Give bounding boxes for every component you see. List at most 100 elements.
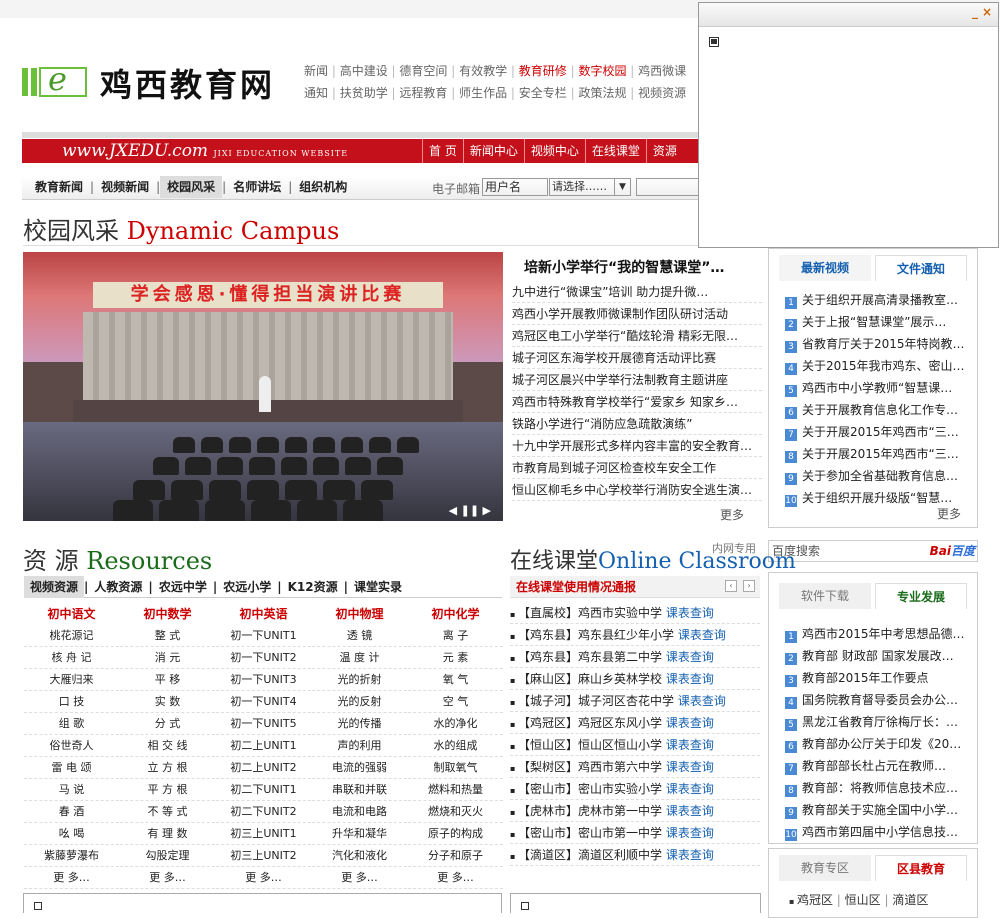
top-link[interactable]: 扶贫助学 <box>340 86 388 100</box>
resource-tab[interactable]: 农远小学 <box>217 576 277 598</box>
school-name[interactable]: 恒山区恒山小学 <box>578 738 662 752</box>
resource-item[interactable]: 口 技 <box>24 691 119 713</box>
subnav-tab[interactable]: 教育新闻 <box>28 176 90 198</box>
resource-item[interactable]: 光的折射 <box>312 669 407 691</box>
resource-item[interactable]: 氧 气 <box>408 669 503 691</box>
resource-item[interactable]: 更 多… <box>24 867 119 889</box>
username-input[interactable]: 用户名 <box>482 178 548 196</box>
timetable-query-link[interactable]: 课表查询 <box>666 716 714 730</box>
top-link[interactable]: 教育研修 <box>519 64 567 78</box>
school-name[interactable]: 虎林市第一中学 <box>578 804 662 818</box>
resource-item[interactable]: 初二下UNIT2 <box>216 801 311 823</box>
resource-tab[interactable]: 课堂实录 <box>348 576 408 598</box>
development-item[interactable]: 6 教育部办公厅关于印发《20… <box>785 733 969 755</box>
area-label[interactable]: 【滴道区】 <box>518 848 578 862</box>
top-link[interactable]: 数字校园 <box>578 64 626 78</box>
resource-item[interactable]: 制取氧气 <box>408 757 503 779</box>
resource-item[interactable]: 水的组成 <box>408 735 503 757</box>
resource-item[interactable]: 初一下UNIT1 <box>216 625 311 647</box>
timetable-query-link[interactable]: 课表查询 <box>666 650 714 664</box>
resource-item[interactable]: 核 舟 记 <box>24 647 119 669</box>
notice-item[interactable]: 7 关于开展2015年鸡西市“三… <box>785 421 969 443</box>
area-label[interactable]: 【直属校】 <box>518 606 578 620</box>
campus-news-item[interactable]: 鸡西小学开展教师微课制作团队研讨活动 <box>512 303 762 325</box>
tab-county-education[interactable]: 区县教育 <box>875 855 967 881</box>
campus-news-item[interactable]: 鸡西市特殊教育学校举行“爱家乡 知家乡… <box>512 391 762 413</box>
resource-item[interactable]: 更 多… <box>312 867 407 889</box>
resource-column-header[interactable]: 初中数学 <box>120 603 215 625</box>
resource-item[interactable]: 马 说 <box>24 779 119 801</box>
development-item[interactable]: 10 鸡西市第四届中小学信息技… <box>785 821 969 843</box>
development-item[interactable]: 8 教育部：将教师信息技术应… <box>785 777 969 799</box>
resource-item[interactable]: 温 度 计 <box>312 647 407 669</box>
resource-item[interactable]: 平 移 <box>120 669 215 691</box>
main-nav-item[interactable]: 在线课堂 <box>584 139 646 163</box>
resource-item[interactable]: 更 多… <box>120 867 215 889</box>
area-label[interactable]: 【梨树区】 <box>518 760 578 774</box>
school-name[interactable]: 滴道区利顺中学 <box>578 848 662 862</box>
close-button[interactable]: × <box>982 5 992 19</box>
campus-news-item[interactable]: 鸡冠区电工小学举行“酷炫轮滑 精彩无限… <box>512 325 762 347</box>
resource-item[interactable]: 勾股定理 <box>120 845 215 867</box>
notice-item[interactable]: 5 鸡西市中小学教师“智慧课… <box>785 377 969 399</box>
timetable-query-link[interactable]: 课表查询 <box>666 672 714 686</box>
tab-software-download[interactable]: 软件下载 <box>779 583 871 609</box>
resource-item[interactable]: 雷 电 颂 <box>24 757 119 779</box>
resource-item[interactable]: 桃花源记 <box>24 625 119 647</box>
campus-news-item[interactable]: 恒山区柳毛乡中心学校举行消防安全逃生演… <box>512 479 762 501</box>
slideshow-controls[interactable]: ◀ ❚❚ ▶ <box>449 504 491 517</box>
timetable-query-link[interactable]: 课表查询 <box>678 628 726 642</box>
resource-item[interactable]: 初一下UNIT5 <box>216 713 311 735</box>
tab-latest-video[interactable]: 最新视频 <box>779 255 871 281</box>
area-label[interactable]: 【密山市】 <box>518 782 578 796</box>
resource-column-header[interactable]: 初中物理 <box>312 603 407 625</box>
resource-item[interactable]: 光的反射 <box>312 691 407 713</box>
top-link[interactable]: 通知 <box>304 86 328 100</box>
resource-item[interactable]: 整 式 <box>120 625 215 647</box>
resource-item[interactable]: 分子和原子 <box>408 845 503 867</box>
main-nav-item[interactable]: 首 页 <box>422 139 463 163</box>
area-label[interactable]: 【虎林市】 <box>518 804 578 818</box>
subnav-tab[interactable]: 组织机构 <box>292 176 354 198</box>
campus-more-link[interactable]: 更多 <box>720 506 744 523</box>
timetable-query-link[interactable]: 课表查询 <box>666 782 714 796</box>
development-item[interactable]: 1 鸡西市2015年中考思想品德… <box>785 623 969 645</box>
next-arrow-icon[interactable]: › <box>743 580 755 592</box>
resource-item[interactable]: 电流和电路 <box>312 801 407 823</box>
notice-item[interactable]: 6 关于开展教育信息化工作专… <box>785 399 969 421</box>
mail-domain-select[interactable]: 请选择…… ▼ <box>549 178 631 196</box>
resource-tab[interactable]: 人教资源 <box>88 576 148 598</box>
resource-item[interactable]: 初二下UNIT1 <box>216 779 311 801</box>
resource-item[interactable]: 原子的构成 <box>408 823 503 845</box>
notice-item[interactable]: 8 关于开展2015年鸡西市“三… <box>785 443 969 465</box>
resource-item[interactable]: 实 数 <box>120 691 215 713</box>
resource-item[interactable]: 初三上UNIT2 <box>216 845 311 867</box>
area-label[interactable]: 【鸡东县】 <box>518 628 578 642</box>
resource-item[interactable]: 更 多… <box>408 867 503 889</box>
resource-item[interactable]: 燃料和热量 <box>408 779 503 801</box>
resource-item[interactable]: 俗世奇人 <box>24 735 119 757</box>
tab-file-notice[interactable]: 文件通知 <box>875 255 967 281</box>
campus-news-item[interactable]: 城子河区东海学校开展德育活动评比赛 <box>512 347 762 369</box>
notice-more-link[interactable]: 更多 <box>937 505 961 522</box>
area-label[interactable]: 【城子河】 <box>518 694 578 708</box>
resource-item[interactable]: 大雁归来 <box>24 669 119 691</box>
campus-news-item[interactable]: 十九中学开展形式多样内容丰富的安全教育… <box>512 435 762 457</box>
notice-item[interactable]: 9 关于参加全省基础教育信息… <box>785 465 969 487</box>
timetable-query-link[interactable]: 课表查询 <box>666 760 714 774</box>
resource-item[interactable]: 升华和凝华 <box>312 823 407 845</box>
top-link[interactable]: 德育空间 <box>399 64 447 78</box>
school-name[interactable]: 鸡东县红少年小学 <box>578 628 674 642</box>
top-link[interactable]: 政策法规 <box>578 86 626 100</box>
timetable-query-link[interactable]: 课表查询 <box>678 694 726 708</box>
main-nav-item[interactable]: 新闻中心 <box>462 139 524 163</box>
resource-tab[interactable]: 视频资源 <box>24 576 85 598</box>
school-name[interactable]: 麻山乡英林学校 <box>578 672 662 686</box>
timetable-query-link[interactable]: 课表查询 <box>666 738 714 752</box>
resource-item[interactable]: 更 多… <box>216 867 311 889</box>
resource-item[interactable]: 透 镜 <box>312 625 407 647</box>
timetable-query-link[interactable]: 课表查询 <box>666 848 714 862</box>
prev-arrow-icon[interactable]: ‹ <box>725 580 737 592</box>
development-item[interactable]: 2 教育部 财政部 国家发展改… <box>785 645 969 667</box>
top-link[interactable]: 视频资源 <box>638 86 686 100</box>
